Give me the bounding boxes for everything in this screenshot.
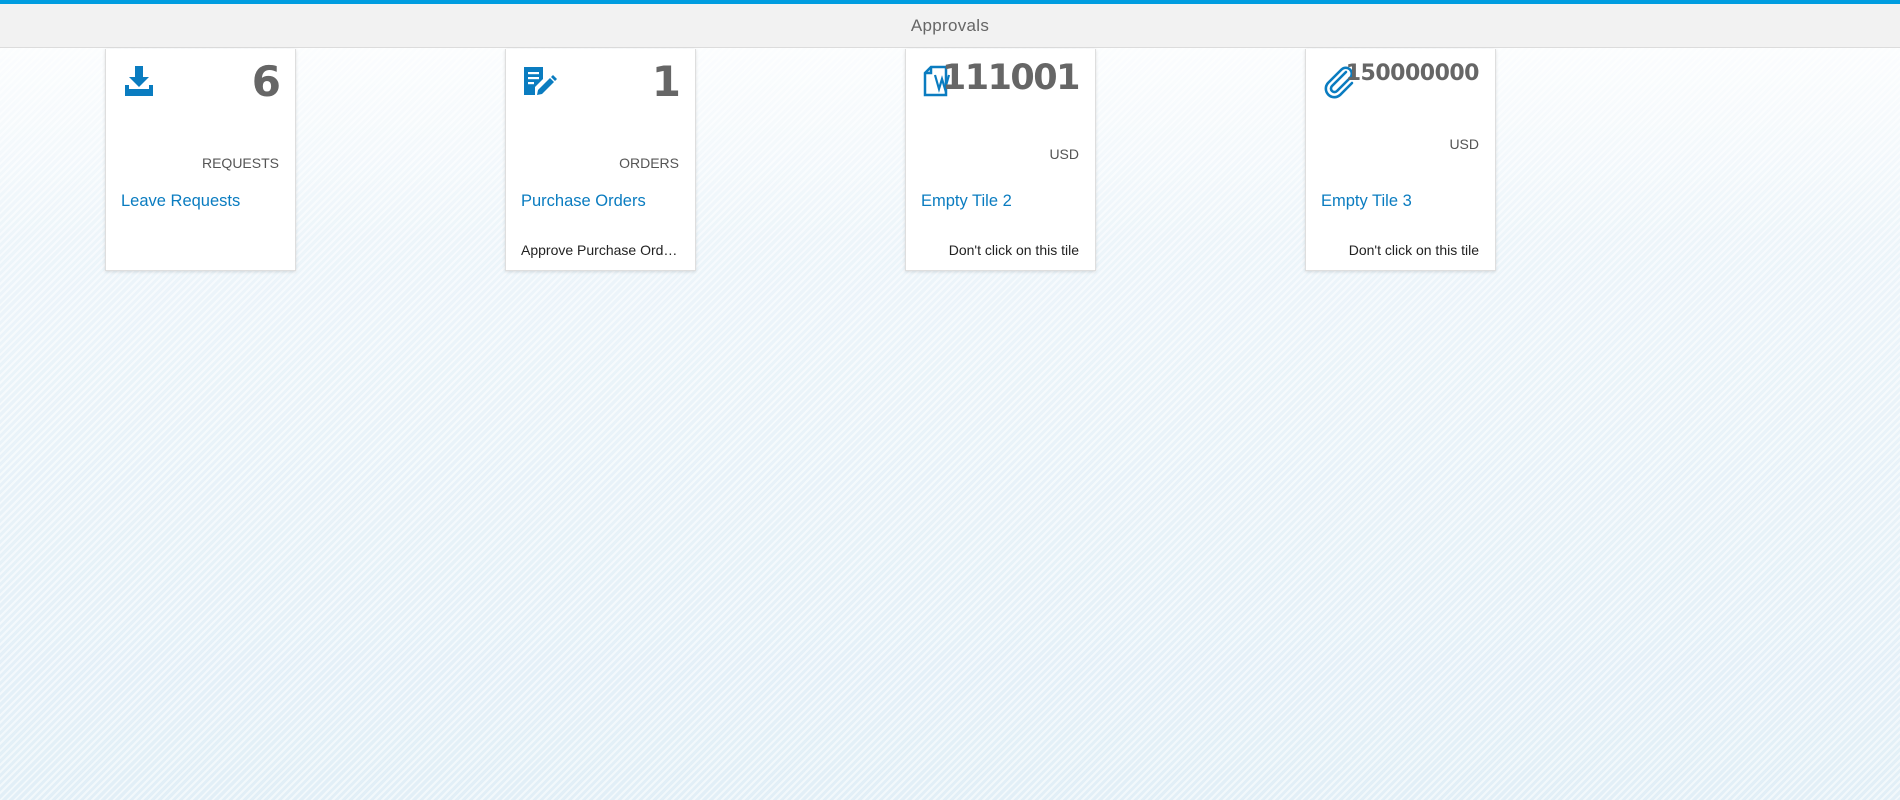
tile-unit: USD	[1049, 146, 1079, 162]
tile-purchase-orders[interactable]: 1 ORDERS Purchase Orders Approve Purchas…	[505, 49, 696, 271]
download-inbox-icon	[121, 63, 157, 99]
tile-footer: Don't click on this tile	[1348, 242, 1479, 258]
tile-title: Empty Tile 3	[1321, 192, 1412, 210]
tile-footer: Don't click on this tile	[948, 242, 1079, 258]
tile-count: 6	[251, 57, 281, 106]
tile-footer: Approve Purchase Orders	[521, 242, 681, 258]
document-edit-icon	[521, 63, 557, 99]
tile-count: 1	[651, 57, 681, 106]
tile-title: Empty Tile 2	[921, 192, 1012, 210]
tile-title: Purchase Orders	[521, 192, 646, 210]
tile-unit: ORDERS	[619, 155, 679, 171]
tile-unit: USD	[1449, 136, 1479, 152]
tile-value: 111001	[941, 58, 1081, 98]
tile-empty-3[interactable]: 150000000 USD Empty Tile 3 Don't click o…	[1305, 49, 1496, 271]
tile-value: 150000000	[1345, 61, 1480, 86]
page-header: Approvals	[0, 4, 1900, 48]
tile-unit: REQUESTS	[201, 155, 279, 171]
tile-title: Leave Requests	[121, 192, 241, 210]
tile-leave-requests[interactable]: 6 REQUESTS Leave Requests	[105, 49, 296, 271]
page-title: Approvals	[910, 15, 990, 35]
tile-empty-2[interactable]: 111001 USD Empty Tile 2 Don't click on t…	[905, 49, 1096, 271]
